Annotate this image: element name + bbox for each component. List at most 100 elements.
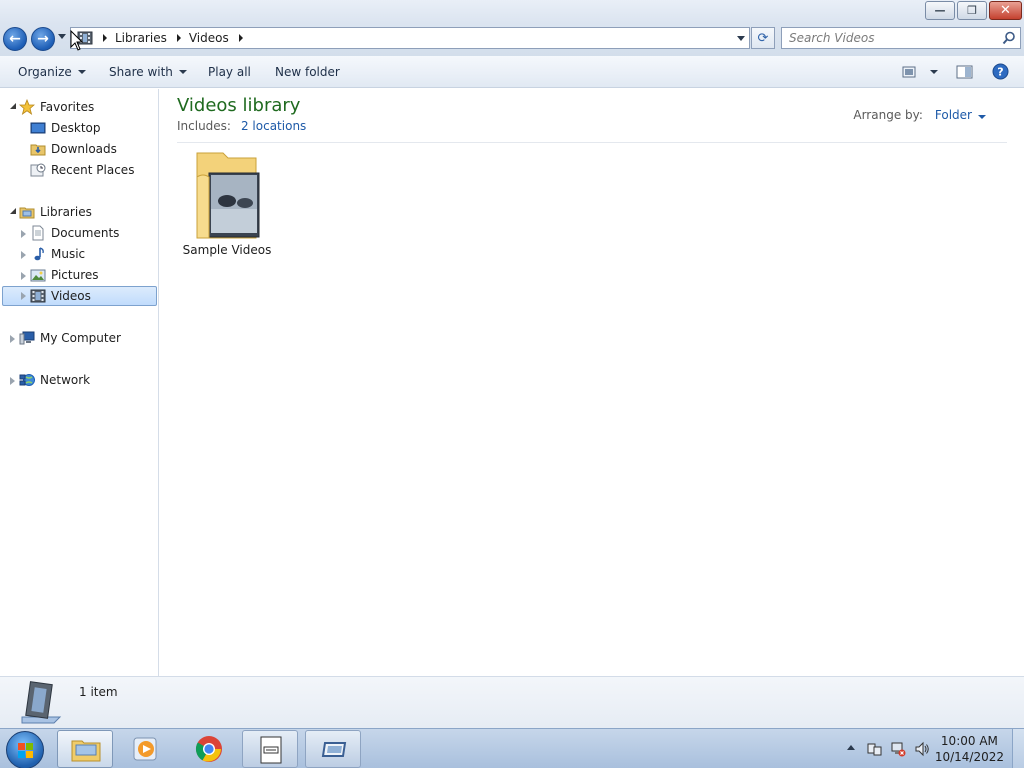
collapsed-arrow-icon[interactable]	[21, 230, 26, 238]
nav-item-desktop[interactable]: Desktop	[30, 118, 101, 138]
nav-item-libraries[interactable]: Libraries	[19, 202, 92, 222]
chevron-down-icon	[978, 115, 986, 119]
view-options-dropdown-icon[interactable]	[930, 70, 938, 74]
breadcrumb-libraries[interactable]: Libraries	[115, 31, 167, 45]
includes-locations-link[interactable]: 2 locations	[241, 119, 306, 133]
nav-item-music[interactable]: Music	[30, 244, 85, 264]
media-player-icon	[133, 737, 157, 761]
organize-button[interactable]: Organize	[18, 65, 86, 79]
clock-time: 10:00 AM	[940, 734, 998, 748]
svg-text:?: ?	[997, 66, 1003, 79]
taskbar-explorer-button[interactable]	[57, 730, 113, 768]
search-icon[interactable]	[1002, 31, 1016, 45]
collapsed-arrow-icon[interactable]	[21, 251, 26, 259]
document-app-icon	[260, 736, 282, 764]
mouse-cursor-icon	[70, 30, 84, 51]
clock-date: 10/14/2022	[934, 750, 1004, 764]
play-all-button[interactable]: Play all	[208, 65, 251, 79]
breadcrumb-videos[interactable]: Videos	[189, 31, 229, 45]
restore-icon: ❐	[967, 4, 977, 17]
show-desktop-button[interactable]	[1012, 729, 1024, 768]
details-pane: 1 item	[0, 676, 1024, 728]
refresh-icon: ⟳	[757, 30, 769, 46]
header-divider	[177, 142, 1007, 143]
taskbar: 10:00 AM 10/14/2022	[0, 728, 1024, 768]
minimize-icon: —	[934, 4, 946, 17]
search-input[interactable]	[789, 31, 989, 45]
item-count: 1 item	[79, 685, 118, 699]
collapsed-arrow-icon[interactable]	[21, 272, 26, 280]
navigation-pane: Favorites Desktop Downloads Recent Place…	[0, 89, 159, 676]
nav-item-pictures[interactable]: Pictures	[30, 265, 99, 285]
expanded-arrow-icon[interactable]	[10, 103, 16, 109]
start-button[interactable]	[6, 731, 44, 768]
preview-pane-icon[interactable]	[956, 65, 973, 79]
new-folder-button[interactable]: New folder	[275, 65, 340, 79]
computer-icon	[19, 331, 35, 345]
forward-button[interactable]: →	[31, 27, 55, 51]
window-switcher-icon	[321, 742, 347, 757]
folder-label: Sample Videos	[182, 243, 272, 257]
taskbar-clock[interactable]: 10:00 AM 10/14/2022	[935, 733, 1004, 765]
downloads-folder-icon	[30, 144, 46, 156]
search-box[interactable]	[781, 27, 1021, 49]
collapsed-arrow-icon[interactable]	[21, 292, 26, 300]
videos-icon	[30, 289, 46, 303]
arrange-by: Arrange by: Folder	[853, 108, 986, 122]
nav-item-recent-places[interactable]: Recent Places	[30, 160, 134, 180]
chevron-down-icon	[178, 70, 187, 74]
back-button[interactable]: ←	[3, 27, 27, 51]
expanded-arrow-icon[interactable]	[10, 208, 16, 214]
help-icon[interactable]: ?	[992, 63, 1009, 80]
desktop-icon	[30, 122, 46, 134]
refresh-button[interactable]: ⟳	[751, 27, 775, 49]
arrange-by-dropdown[interactable]: Folder	[935, 108, 986, 122]
collapsed-arrow-icon[interactable]	[10, 377, 15, 385]
collapsed-arrow-icon[interactable]	[10, 335, 15, 343]
nav-item-my-computer[interactable]: My Computer	[19, 328, 121, 348]
pictures-icon	[30, 269, 46, 282]
nav-item-favorites[interactable]: Favorites	[19, 97, 94, 117]
show-hidden-icons-icon[interactable]	[847, 745, 855, 750]
address-row: ← → Libraries Videos ⟳	[0, 24, 1024, 56]
minimize-button[interactable]: —	[925, 1, 955, 20]
taskbar-chrome-button[interactable]	[181, 730, 237, 768]
restore-button[interactable]: ❐	[957, 1, 987, 20]
star-icon	[19, 99, 35, 115]
system-tray: 10:00 AM 10/14/2022	[842, 729, 1024, 768]
breadcrumb-separator-icon[interactable]	[103, 34, 107, 42]
address-history-dropdown-icon[interactable]	[737, 36, 745, 41]
command-bar: Organize Share with Play all New folder …	[0, 56, 1024, 88]
nav-item-videos[interactable]: Videos	[2, 286, 157, 306]
documents-icon	[32, 225, 44, 241]
library-title: Videos library	[177, 95, 301, 116]
explorer-folder-icon	[71, 740, 101, 762]
action-center-flag-icon[interactable]	[866, 741, 882, 757]
network-status-icon[interactable]	[890, 741, 906, 757]
video-folder-icon	[196, 152, 260, 239]
address-bar[interactable]: Libraries Videos	[70, 27, 750, 49]
breadcrumb-separator-icon[interactable]	[176, 34, 181, 42]
share-with-button[interactable]: Share with	[109, 65, 187, 79]
recent-pages-dropdown-icon[interactable]	[58, 34, 66, 39]
taskbar-document-app-button[interactable]	[242, 730, 298, 768]
music-note-icon	[34, 247, 44, 261]
chrome-icon	[195, 736, 222, 762]
videos-library-large-icon	[21, 681, 62, 724]
change-view-icon[interactable]	[902, 66, 918, 78]
nav-item-network[interactable]: Network	[19, 370, 90, 390]
breadcrumb-separator-icon[interactable]	[238, 34, 243, 42]
content-pane: Videos library Includes: 2 locations Arra…	[160, 89, 1024, 676]
libraries-icon	[19, 207, 35, 219]
close-button[interactable]: ✕	[989, 1, 1022, 20]
library-includes: Includes: 2 locations	[177, 119, 307, 133]
nav-item-downloads[interactable]: Downloads	[30, 139, 117, 159]
taskbar-window-switcher-button[interactable]	[305, 730, 361, 768]
window-titlebar: — ❐ ✕	[0, 0, 1024, 24]
chevron-down-icon	[77, 70, 86, 74]
volume-icon[interactable]	[914, 741, 930, 757]
taskbar-media-player-button[interactable]	[118, 730, 174, 768]
folder-sample-videos[interactable]: Sample Videos	[182, 149, 272, 257]
back-arrow-icon: ←	[9, 31, 21, 47]
nav-item-documents[interactable]: Documents	[30, 223, 119, 243]
